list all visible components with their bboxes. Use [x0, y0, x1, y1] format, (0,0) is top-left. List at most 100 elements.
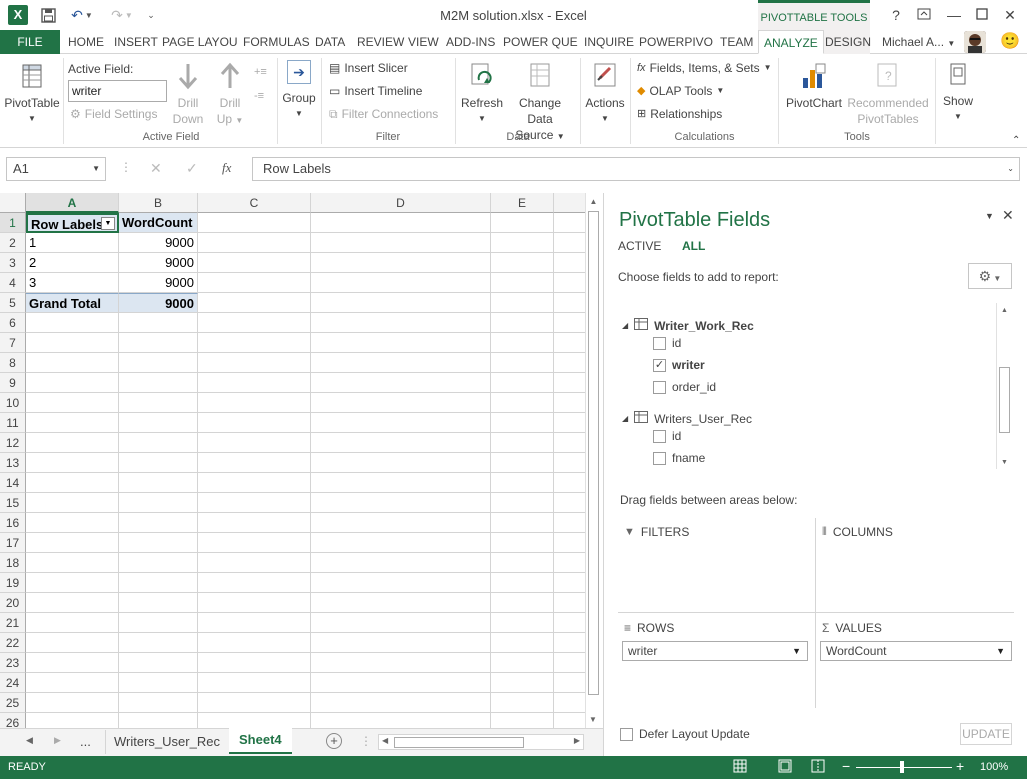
grid-cell[interactable] — [491, 573, 554, 593]
grid-cell[interactable] — [311, 273, 491, 293]
row-header[interactable]: 12 — [0, 433, 26, 453]
tab-power-query[interactable]: POWER QUE — [498, 30, 583, 54]
grid-cell[interactable] — [198, 473, 311, 493]
grid-cell[interactable] — [311, 673, 491, 693]
grid-cell[interactable] — [491, 653, 554, 673]
grid-cell[interactable] — [311, 633, 491, 653]
avatar[interactable] — [964, 31, 986, 53]
grid-cell[interactable] — [198, 593, 311, 613]
grid-cell[interactable] — [119, 453, 198, 473]
column-header-b[interactable]: B — [119, 193, 198, 213]
grid-cell[interactable] — [198, 293, 311, 313]
field-checkbox-checked[interactable]: ✓ — [653, 358, 666, 372]
row-header[interactable]: 19 — [0, 573, 26, 593]
grid-cell[interactable] — [311, 573, 491, 593]
grid-cell[interactable] — [26, 713, 119, 728]
tab-inquire[interactable]: INQUIRE — [579, 30, 639, 54]
grid-cell[interactable] — [491, 313, 554, 333]
grid-cell[interactable] — [491, 373, 554, 393]
grid-cell[interactable] — [311, 473, 491, 493]
collapse-table-icon[interactable]: ◢ — [622, 315, 628, 337]
grid-cell[interactable] — [119, 553, 198, 573]
recommended-pivottables-button[interactable]: ? Recommended PivotTables — [845, 60, 931, 127]
relationships-button[interactable]: ⊞ Relationships — [637, 104, 722, 124]
grid-cell[interactable] — [119, 673, 198, 693]
field-list-scroll-thumb[interactable] — [999, 367, 1010, 433]
drill-down-button[interactable]: Drill Down — [168, 60, 208, 127]
tab-page-layout[interactable]: PAGE LAYOU — [157, 30, 243, 54]
grid-cell[interactable] — [198, 653, 311, 673]
table-writers-user-rec[interactable]: ◢ Writers_User_Rec — [622, 408, 752, 430]
grid-cell[interactable] — [119, 473, 198, 493]
grid-cell[interactable] — [119, 353, 198, 373]
new-sheet-button[interactable]: + — [326, 733, 342, 749]
insert-slicer-button[interactable]: ▤ Insert Slicer — [329, 58, 408, 78]
row-header[interactable]: 17 — [0, 533, 26, 553]
normal-view-icon[interactable] — [733, 759, 751, 775]
insert-timeline-button[interactable]: ▭ Insert Timeline — [329, 81, 422, 101]
grid-cell[interactable] — [311, 593, 491, 613]
row-header[interactable]: 15 — [0, 493, 26, 513]
grid-cell[interactable] — [26, 673, 119, 693]
field-checkbox[interactable] — [653, 429, 666, 443]
grid-cell[interactable] — [311, 493, 491, 513]
grid-cell[interactable] — [311, 413, 491, 433]
row-labels-filter-icon[interactable]: ▼ — [101, 217, 115, 230]
rows-field-dropdown[interactable]: writer ▼ — [622, 641, 808, 661]
pivot-values-header[interactable]: WordCount — [119, 213, 198, 233]
pivot-grand-total-label[interactable]: Grand Total — [26, 293, 119, 313]
grid-cell[interactable] — [491, 393, 554, 413]
row-header[interactable]: 6 — [0, 313, 26, 333]
smiley-feedback-icon[interactable]: 🙂 — [1000, 32, 1020, 52]
tab-file[interactable]: FILE — [0, 30, 60, 54]
field-item[interactable]: ✓ writer — [653, 354, 705, 376]
table-writer-work-rec[interactable]: ◢ Writer_Work_Rec — [622, 315, 754, 337]
grid-cell[interactable] — [119, 433, 198, 453]
fields-items-sets-button[interactable]: fx Fields, Items, & Sets ▼ — [637, 58, 772, 78]
column-header-d[interactable]: D — [311, 193, 491, 213]
grid-cell[interactable] — [198, 433, 311, 453]
grid-cell[interactable] — [491, 693, 554, 713]
grid-cell[interactable] — [26, 333, 119, 353]
grid-cell[interactable] — [26, 653, 119, 673]
row-header[interactable]: 5 — [0, 293, 26, 313]
formula-input[interactable]: Row Labels ⌄ — [252, 157, 1020, 181]
close-window-button[interactable]: ✕ — [998, 4, 1022, 26]
zoom-out-icon[interactable]: − — [842, 758, 850, 774]
grid-cell[interactable] — [311, 453, 491, 473]
row-header[interactable]: 1 — [0, 213, 26, 233]
field-item[interactable]: fname — [653, 447, 705, 469]
grid-cell[interactable] — [119, 533, 198, 553]
grid-cell[interactable] — [198, 353, 311, 373]
sheet-nav-prev-icon[interactable]: ◀ — [26, 735, 33, 746]
grid-cell[interactable] — [491, 213, 554, 233]
tab-analyze[interactable]: ANALYZE — [758, 30, 824, 54]
sheet-nav-next-icon[interactable]: ▶ — [54, 735, 61, 746]
tab-team[interactable]: TEAM — [715, 30, 758, 54]
cancel-edit-icon[interactable]: ✕ — [150, 160, 162, 177]
tab-review[interactable]: REVIEW — [352, 30, 409, 54]
row-header[interactable]: 11 — [0, 413, 26, 433]
row-header[interactable]: 9 — [0, 373, 26, 393]
pivot-row-value[interactable]: 9000 — [119, 233, 198, 253]
grid-cell[interactable] — [198, 573, 311, 593]
grid-cell[interactable] — [26, 573, 119, 593]
pivottable-button[interactable]: PivotTable ▼ — [2, 60, 62, 127]
grid-cell[interactable] — [311, 253, 491, 273]
grid-cell[interactable] — [198, 673, 311, 693]
row-header[interactable]: 22 — [0, 633, 26, 653]
grid-cell[interactable] — [491, 233, 554, 253]
grid-cell[interactable] — [491, 533, 554, 553]
grid-cell[interactable] — [491, 553, 554, 573]
column-header-e[interactable]: E — [491, 193, 554, 213]
pivot-row-labels-header[interactable]: Row Labels ▼ — [26, 213, 119, 233]
grid-cell[interactable] — [26, 633, 119, 653]
grid-cell[interactable] — [198, 713, 311, 728]
grid-cell[interactable] — [311, 293, 491, 313]
grid-cell[interactable] — [26, 353, 119, 373]
grid-cell[interactable] — [491, 413, 554, 433]
grid-cell[interactable] — [198, 693, 311, 713]
row-header[interactable]: 24 — [0, 673, 26, 693]
tab-home[interactable]: HOME — [63, 30, 109, 54]
field-item[interactable]: order_id — [653, 376, 716, 398]
